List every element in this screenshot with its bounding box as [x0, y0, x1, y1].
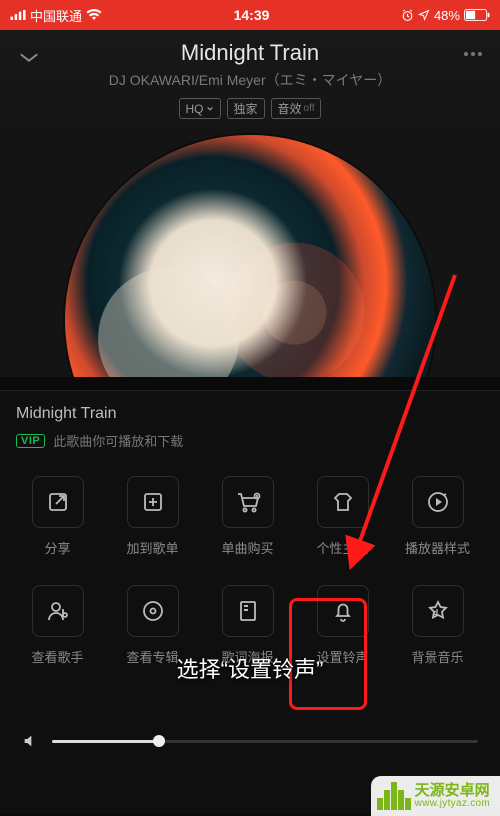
volume-slider[interactable]: [52, 740, 478, 743]
action-label: 设置铃声: [316, 647, 368, 666]
action-poster[interactable]: 歌词海报: [200, 577, 295, 682]
carrier-label: 中国联通: [30, 6, 82, 25]
hq-badge[interactable]: HQ: [179, 98, 221, 119]
action-label: 播放器样式: [405, 538, 470, 557]
watermark-en: www.jytyaz.com: [415, 799, 490, 810]
album-icon: [127, 585, 179, 637]
artist-line[interactable]: DJ OKAWARI/Emi Meyer（エミ・マイヤー）: [0, 70, 500, 90]
volume-icon[interactable]: [22, 733, 38, 749]
player-header: Midnight Train DJ OKAWARI/Emi Meyer（エミ・マ…: [0, 30, 500, 127]
watermark-logo: [377, 782, 411, 810]
action-ringtone[interactable]: 设置铃声: [295, 577, 390, 682]
action-add[interactable]: 加到歌单: [105, 468, 200, 573]
vip-badge: VIP: [16, 434, 45, 448]
collapse-icon[interactable]: [18, 50, 40, 64]
album-art: [65, 135, 435, 377]
action-style[interactable]: 播放器样式: [390, 468, 484, 573]
volume-bar[interactable]: [0, 726, 500, 756]
alarm-icon: [401, 9, 414, 22]
poster-icon: [222, 585, 274, 637]
bgmusic-icon: [412, 585, 464, 637]
action-grid-2: 查看歌手 查看专辑 歌词海报 设置铃声 背景音乐: [10, 577, 484, 682]
status-bar: 中国联通 14:39 48%: [0, 0, 500, 30]
theme-icon: [317, 476, 369, 528]
share-icon: [32, 476, 84, 528]
action-label: 分享: [44, 538, 70, 557]
album-art-area[interactable]: [0, 127, 500, 377]
sound-effect-badge[interactable]: 音效 off: [271, 98, 322, 119]
action-label: 查看歌手: [31, 647, 83, 666]
action-theme[interactable]: 个性主题: [295, 468, 390, 573]
ringtone-icon: [317, 585, 369, 637]
vip-text: 此歌曲你可播放和下载: [53, 431, 183, 450]
watermark-cn: 天源安卓网: [415, 783, 490, 799]
sheet-song-title: Midnight Train: [16, 405, 484, 423]
action-bgmusic[interactable]: 背景音乐: [390, 577, 484, 682]
clock: 14:39: [234, 7, 270, 23]
watermark: 天源安卓网 www.jytyaz.com: [371, 776, 500, 816]
action-share[interactable]: 分享: [10, 468, 105, 573]
battery-icon: [464, 9, 490, 21]
add-icon: [127, 476, 179, 528]
wifi-icon: [86, 9, 102, 21]
action-grid: 分享加到歌单单曲购买个性主题播放器样式定时: [10, 468, 484, 573]
action-label: 加到歌单: [126, 538, 178, 557]
action-label: 查看专辑: [126, 647, 178, 666]
signal-icon: [10, 10, 26, 20]
action-buy[interactable]: 单曲购买: [200, 468, 295, 573]
action-label: 背景音乐: [411, 647, 463, 666]
action-label: 单曲购买: [221, 538, 273, 557]
action-label: 歌词海报: [221, 647, 273, 666]
action-label: 个性主题: [316, 538, 368, 557]
artist-icon: [32, 585, 84, 637]
buy-icon: [222, 476, 274, 528]
exclusive-badge: 独家: [227, 98, 265, 119]
action-artist[interactable]: 查看歌手: [10, 577, 105, 682]
action-album[interactable]: 查看专辑: [105, 577, 200, 682]
location-icon: [418, 9, 430, 21]
style-icon: [412, 476, 464, 528]
more-icon[interactable]: [464, 52, 482, 56]
song-title: Midnight Train: [0, 40, 500, 66]
battery-pct: 48%: [434, 8, 460, 23]
